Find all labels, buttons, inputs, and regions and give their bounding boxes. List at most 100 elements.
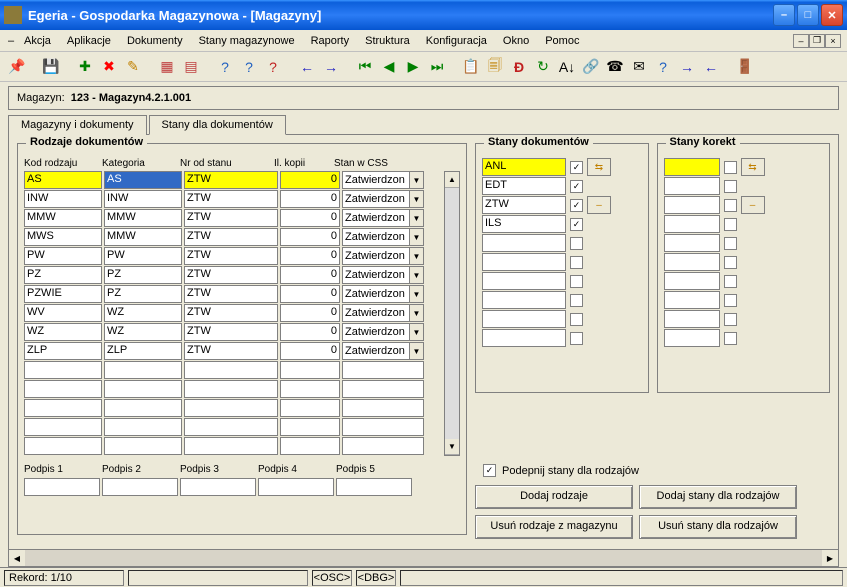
cell-nr[interactable]: ZTW bbox=[184, 247, 278, 265]
stany-row[interactable] bbox=[482, 272, 642, 290]
korekt-checkbox[interactable] bbox=[724, 294, 737, 307]
korekt-checkbox[interactable] bbox=[724, 218, 737, 231]
scroll-right-icon[interactable]: ▶ bbox=[822, 550, 838, 566]
maximize-button[interactable]: □ bbox=[797, 4, 819, 26]
cell-il[interactable] bbox=[280, 437, 340, 455]
cell-il[interactable] bbox=[280, 380, 340, 398]
cell-stan-dropdown[interactable]: Zatwierdzon▼ bbox=[342, 342, 424, 360]
dropdown-icon[interactable]: ▼ bbox=[409, 248, 423, 264]
dropdown-icon[interactable]: ▼ bbox=[409, 286, 423, 302]
cell-stan-dropdown[interactable]: Zatwierdzon▼ bbox=[342, 228, 424, 246]
cell-nr[interactable]: ZTW bbox=[184, 266, 278, 284]
stany-remove-button[interactable]: – bbox=[587, 196, 611, 214]
cell-kat[interactable]: PW bbox=[104, 247, 182, 265]
cell-kat[interactable]: INW bbox=[104, 190, 182, 208]
mdi-close[interactable]: × bbox=[825, 34, 841, 48]
korekt-add-button[interactable]: ⇆ bbox=[741, 158, 765, 176]
cell-kod[interactable] bbox=[24, 380, 102, 398]
cell-nr[interactable]: ZTW bbox=[184, 228, 278, 246]
mail-icon[interactable]: ✉ bbox=[628, 56, 650, 78]
nav-fwd-icon[interactable]: ← bbox=[700, 56, 722, 78]
dropdown-icon[interactable]: ▼ bbox=[409, 210, 423, 226]
korekt-row[interactable] bbox=[664, 291, 824, 309]
korekt-checkbox[interactable] bbox=[724, 199, 737, 212]
dropdown-icon[interactable]: ▼ bbox=[409, 172, 423, 188]
korekt-remove-button[interactable]: – bbox=[741, 196, 765, 214]
cell-il[interactable]: 0 bbox=[280, 323, 340, 341]
delete-icon[interactable]: ✖ bbox=[98, 56, 120, 78]
cell-stan-dropdown[interactable]: Zatwierdzon▼ bbox=[342, 304, 424, 322]
system-menu-icon[interactable]: – bbox=[6, 35, 16, 47]
stany-row[interactable] bbox=[482, 310, 642, 328]
cell-nr[interactable] bbox=[184, 399, 278, 417]
dropdown-icon[interactable]: ▼ bbox=[409, 229, 423, 245]
korekt-checkbox[interactable] bbox=[724, 313, 737, 326]
pin-icon[interactable]: 📌 bbox=[6, 56, 28, 78]
table-row[interactable]: WZWZZTW0Zatwierdzon▼ bbox=[24, 323, 460, 342]
table-row[interactable]: ASASZTW0Zatwierdzon▼▲▼ bbox=[24, 171, 460, 190]
stany-row[interactable]: ZTW✓– bbox=[482, 196, 642, 214]
cell-kat[interactable]: ZLP bbox=[104, 342, 182, 360]
table-row[interactable] bbox=[24, 399, 460, 418]
cell-nr[interactable]: ZTW bbox=[184, 190, 278, 208]
grid1-icon[interactable]: ▦ bbox=[156, 56, 178, 78]
cell-stan-dropdown[interactable]: Zatwierdzon▼ bbox=[342, 171, 424, 189]
first-icon[interactable]: ⏮ bbox=[354, 56, 376, 78]
cell-stan[interactable] bbox=[342, 361, 424, 379]
refresh-icon[interactable]: ↻ bbox=[532, 56, 554, 78]
korekt-value[interactable] bbox=[664, 177, 720, 195]
vertical-scrollbar[interactable]: ▲▼ bbox=[444, 171, 460, 456]
stany-row[interactable] bbox=[482, 329, 642, 347]
cell-kat[interactable] bbox=[104, 399, 182, 417]
cell-kat[interactable] bbox=[104, 418, 182, 436]
table-row[interactable]: MWSMMWZTW0Zatwierdzon▼ bbox=[24, 228, 460, 247]
help2-icon[interactable]: ? bbox=[238, 56, 260, 78]
menu-stany[interactable]: Stany magazynowe bbox=[191, 33, 303, 49]
scroll-down-icon[interactable]: ▼ bbox=[445, 439, 459, 455]
btn-dodaj-stany[interactable]: Dodaj stany dla rodzajów bbox=[639, 485, 797, 509]
scroll-left-icon[interactable]: ◀ bbox=[9, 550, 25, 566]
cell-nr[interactable]: ZTW bbox=[184, 342, 278, 360]
cell-nr[interactable] bbox=[184, 361, 278, 379]
table-row[interactable]: PZPZZTW0Zatwierdzon▼ bbox=[24, 266, 460, 285]
podpis-input-4[interactable] bbox=[258, 478, 334, 496]
cell-kod[interactable]: WV bbox=[24, 304, 102, 322]
btn-usun-rodzaje[interactable]: Usuń rodzaje z magazynu bbox=[475, 515, 633, 539]
exit-icon[interactable]: 🚪 bbox=[734, 56, 756, 78]
back-icon[interactable]: ← bbox=[296, 56, 318, 78]
table-row[interactable]: PWPWZTW0Zatwierdzon▼ bbox=[24, 247, 460, 266]
cell-kod[interactable]: PW bbox=[24, 247, 102, 265]
korekt-checkbox[interactable] bbox=[724, 180, 737, 193]
cell-kod[interactable]: ZLP bbox=[24, 342, 102, 360]
cell-kat[interactable]: WZ bbox=[104, 304, 182, 322]
cell-kat[interactable]: PZ bbox=[104, 266, 182, 284]
cell-kod[interactable] bbox=[24, 361, 102, 379]
mdi-restore[interactable]: ❐ bbox=[809, 34, 825, 48]
help4-icon[interactable]: ? bbox=[652, 56, 674, 78]
cell-kat[interactable]: PZ bbox=[104, 285, 182, 303]
menu-dokumenty[interactable]: Dokumenty bbox=[119, 33, 191, 49]
help1-icon[interactable]: ? bbox=[214, 56, 236, 78]
menu-struktura[interactable]: Struktura bbox=[357, 33, 418, 49]
minimize-button[interactable]: – bbox=[773, 4, 795, 26]
stany-checkbox[interactable]: ✓ bbox=[570, 180, 583, 193]
korekt-checkbox[interactable] bbox=[724, 275, 737, 288]
cell-stan-dropdown[interactable]: Zatwierdzon▼ bbox=[342, 247, 424, 265]
stany-value[interactable] bbox=[482, 329, 566, 347]
add-icon[interactable]: ✚ bbox=[74, 56, 96, 78]
korekt-value[interactable] bbox=[664, 234, 720, 252]
stany-value[interactable] bbox=[482, 253, 566, 271]
podepnij-checkbox[interactable]: ✓ bbox=[483, 464, 496, 477]
nav-back-icon[interactable]: → bbox=[676, 56, 698, 78]
stany-checkbox[interactable] bbox=[570, 313, 583, 326]
cell-il[interactable]: 0 bbox=[280, 285, 340, 303]
cell-kat[interactable]: AS bbox=[104, 171, 182, 189]
menu-akcja[interactable]: Akcja bbox=[16, 33, 59, 49]
cell-il[interactable]: 0 bbox=[280, 171, 340, 189]
table-row[interactable] bbox=[24, 361, 460, 380]
cell-nr[interactable]: ZTW bbox=[184, 323, 278, 341]
table-row[interactable]: INWINWZTW0Zatwierdzon▼ bbox=[24, 190, 460, 209]
korekt-value[interactable] bbox=[664, 291, 720, 309]
cell-nr[interactable] bbox=[184, 437, 278, 455]
cell-kat[interactable] bbox=[104, 361, 182, 379]
